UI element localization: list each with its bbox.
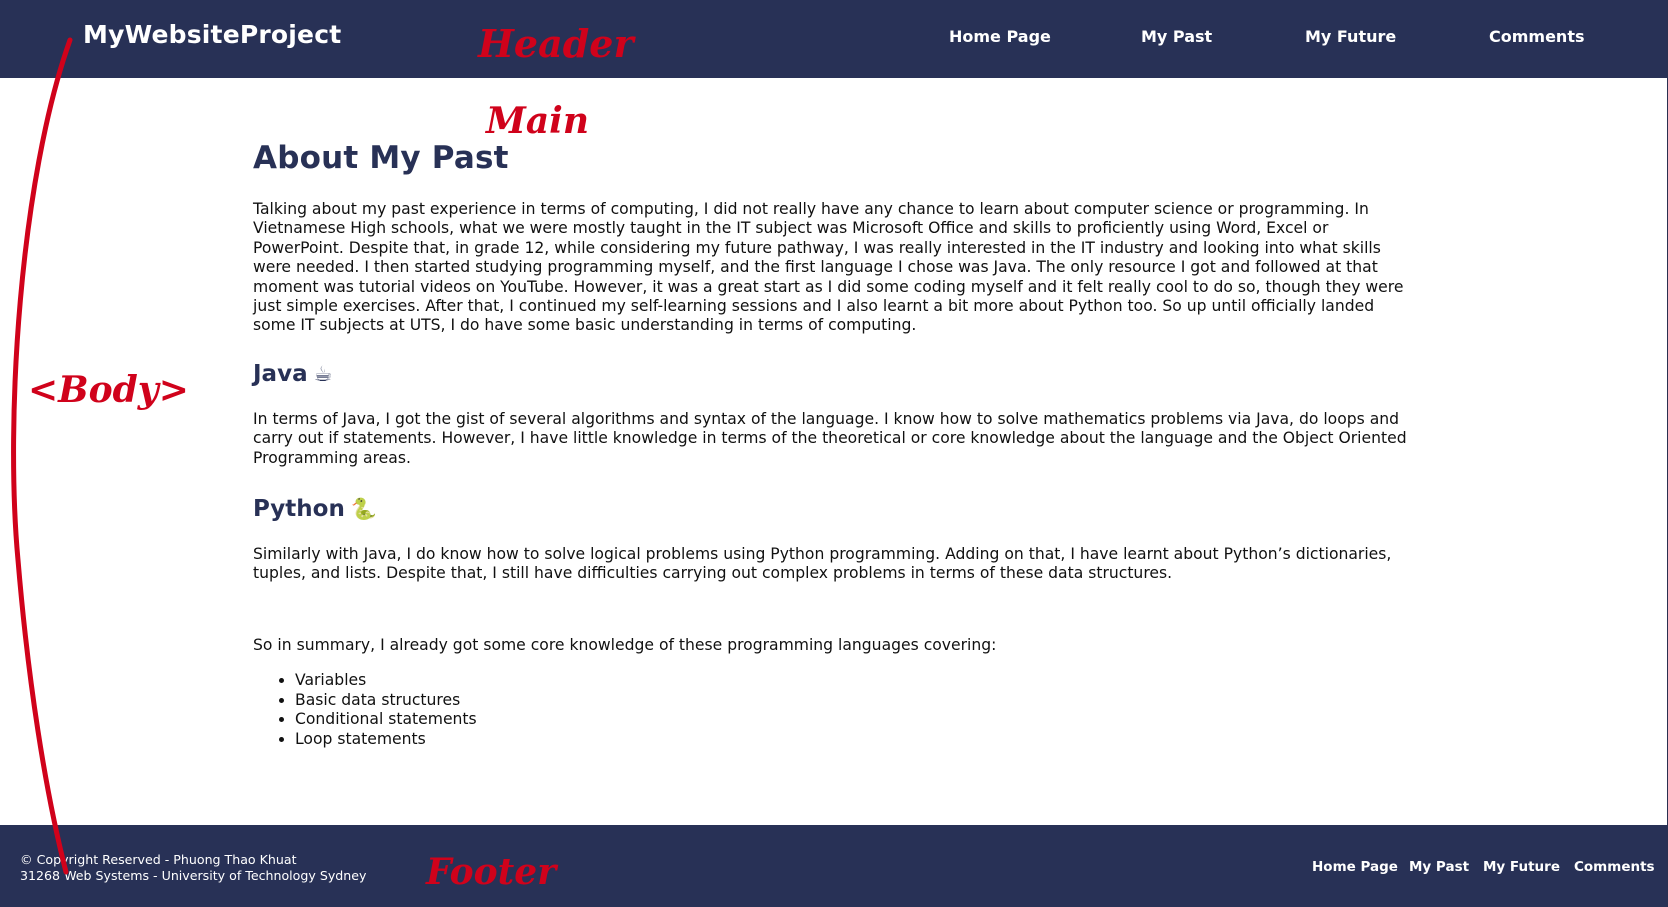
course-line: 31268 Web Systems - University of Techno… (20, 868, 367, 883)
list-item: Basic data structures (295, 691, 1413, 710)
python-heading-text: Python (253, 496, 345, 523)
site-title[interactable]: MyWebsiteProject (83, 20, 341, 49)
page: MyWebsiteProject Home Page My Past My Fu… (0, 0, 1668, 907)
coverage-list: Variables Basic data structures Conditio… (253, 671, 1413, 749)
footer-copyright: © Copyright Reserved - Phuong Thao Khuat… (20, 852, 366, 884)
python-paragraph: Similarly with Java, I do know how to so… (253, 545, 1392, 583)
site-header: MyWebsiteProject Home Page My Past My Fu… (0, 0, 1668, 78)
page-title: About My Past (253, 140, 509, 176)
nav-comments[interactable]: Comments (1489, 27, 1585, 46)
footer-nav-my-future[interactable]: My Future (1483, 859, 1560, 875)
body-annotation: <Body> (28, 369, 189, 411)
footer-nav-home-page[interactable]: Home Page (1312, 859, 1398, 875)
main-content: About My Past Talking about my past expe… (253, 140, 1413, 749)
footer-nav-comments[interactable]: Comments (1574, 859, 1655, 875)
python-heading: Python 🐍 (253, 496, 1413, 522)
list-item: Conditional statements (295, 710, 1413, 729)
body-bracket-line (11, 37, 73, 875)
copyright-line: © Copyright Reserved - Phuong Thao Khuat (20, 852, 297, 867)
java-paragraph: In terms of Java, I got the gist of seve… (253, 409, 1407, 467)
intro-paragraph: Talking about my past experience in term… (253, 200, 1404, 335)
summary-paragraph: So in summary, I already got some core k… (253, 635, 997, 654)
nav-my-future[interactable]: My Future (1305, 27, 1396, 46)
list-item: Loop statements (295, 730, 1413, 749)
footer-nav-my-past[interactable]: My Past (1409, 859, 1469, 875)
java-heading-text: Java (253, 360, 308, 387)
java-heading: Java ☕ (253, 361, 1413, 387)
snake-icon: 🐍 (350, 497, 377, 522)
coffee-icon: ☕ (313, 361, 333, 386)
list-item: Variables (295, 671, 1413, 690)
nav-my-past[interactable]: My Past (1141, 27, 1212, 46)
main-annotation: Main (484, 100, 589, 142)
nav-home-page[interactable]: Home Page (949, 27, 1051, 46)
site-footer: © Copyright Reserved - Phuong Thao Khuat… (0, 825, 1668, 907)
